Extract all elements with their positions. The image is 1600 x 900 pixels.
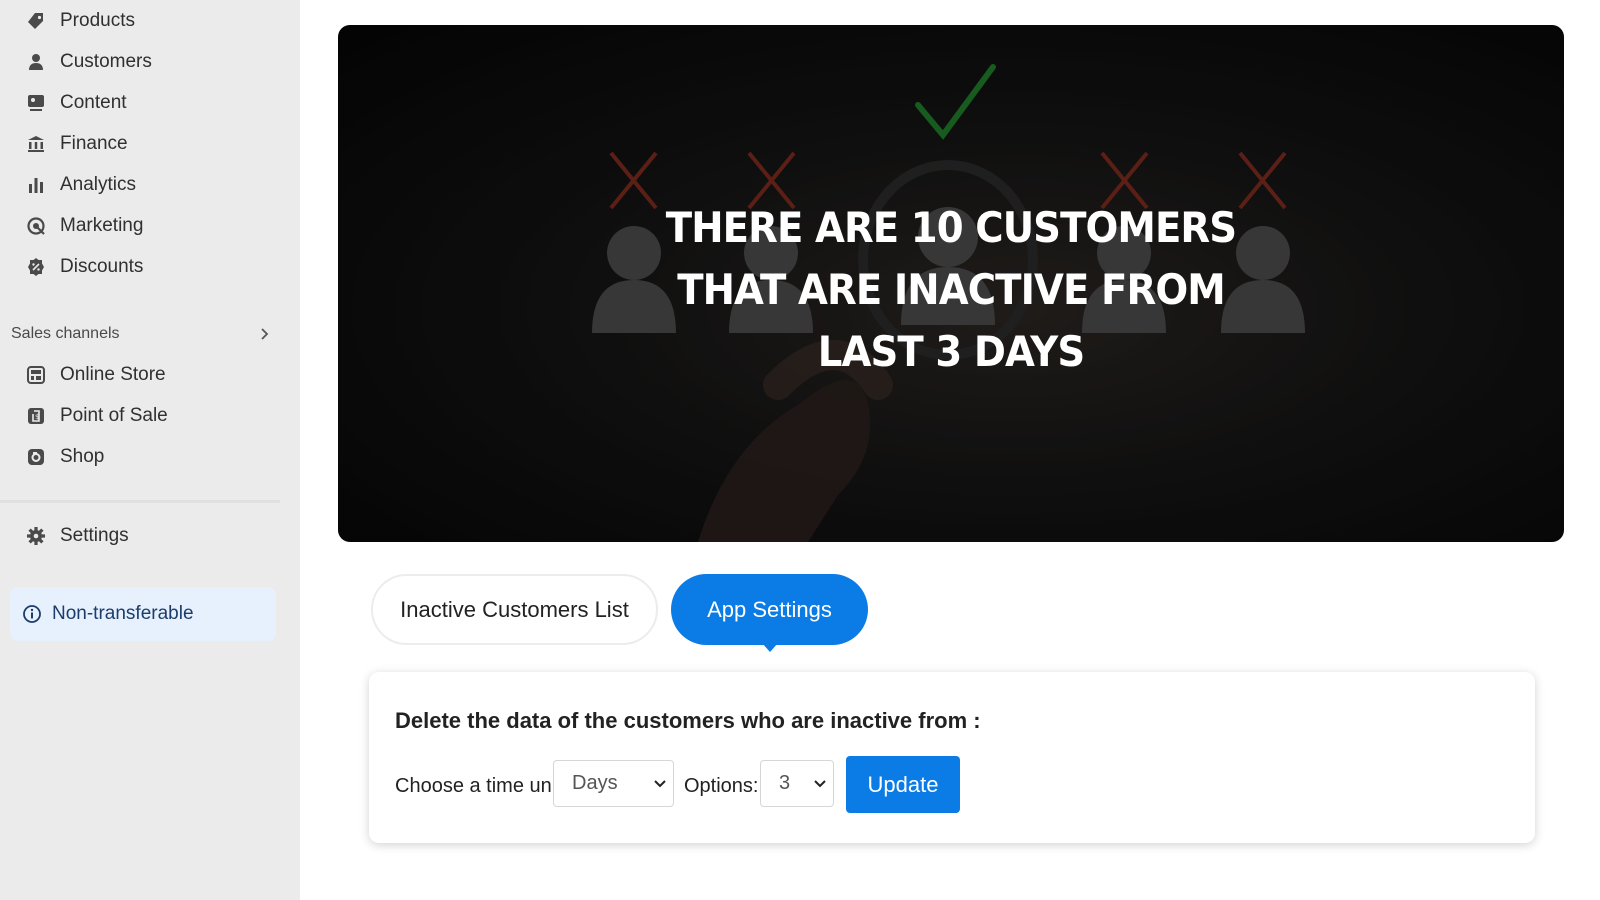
sidebar-item-label: Content	[60, 92, 127, 113]
discount-icon	[28, 258, 44, 276]
sidebar-item-shop[interactable]: Shop	[0, 439, 290, 475]
tab-inactive-customers-list[interactable]: Inactive Customers List	[371, 574, 658, 645]
badge-label: Non-transferable	[52, 603, 194, 624]
sidebar-item-customers[interactable]: Customers	[0, 44, 290, 80]
options-value: 3	[779, 772, 791, 794]
sales-channels-header[interactable]: Sales channels	[11, 320, 281, 348]
target-icon	[27, 217, 45, 235]
settings-card-title: Delete the data of the customers who are…	[395, 708, 981, 733]
store-icon	[27, 366, 45, 384]
bar-chart-icon	[29, 178, 43, 193]
sidebar-item-label: Products	[60, 10, 135, 31]
active-tab-indicator	[762, 643, 778, 652]
sidebar-item-online-store[interactable]: Online Store	[0, 357, 290, 393]
shop-icon	[28, 449, 44, 465]
sidebar-item-label: Point of Sale	[60, 405, 168, 426]
sidebar-item-finance[interactable]: Finance	[0, 126, 290, 162]
options-select[interactable]: 3	[760, 760, 834, 807]
pos-icon: $	[28, 408, 44, 424]
options-label: Options:	[684, 775, 759, 797]
sidebar-item-marketing[interactable]: Marketing	[0, 208, 290, 244]
content-icon	[28, 95, 44, 111]
sidebar-item-label: Settings	[60, 525, 129, 546]
sidebar-item-products[interactable]: Products	[0, 3, 290, 39]
banner-line-2: THAT ARE INACTIVE FROM	[677, 265, 1226, 314]
banner-headline: THERE ARE 10 CUSTOMERS THAT ARE INACTIVE…	[629, 197, 1273, 383]
non-transferable-badge[interactable]: Non-transferable	[10, 587, 276, 641]
person-icon	[29, 54, 43, 70]
sales-channels-label: Sales channels	[11, 325, 120, 342]
time-unit-label: Choose a time unit:	[395, 775, 568, 797]
sidebar-item-label: Finance	[60, 133, 128, 154]
chevron-down-icon	[654, 780, 666, 788]
sidebar-item-label: Discounts	[60, 256, 144, 277]
sidebar-item-label: Online Store	[60, 364, 166, 385]
sidebar-item-label: Analytics	[60, 174, 137, 195]
time-unit-value: Days	[572, 772, 618, 794]
banner-line-3: LAST 3 DAYS	[817, 327, 1085, 376]
sidebar-divider	[0, 500, 280, 503]
svg-text:$: $	[35, 413, 39, 421]
chevron-right-icon	[261, 328, 269, 340]
sidebar: Products Customers Content Finance Analy…	[0, 0, 300, 900]
bank-icon	[28, 136, 44, 152]
sidebar-item-label: Shop	[60, 446, 105, 467]
sidebar-item-discounts[interactable]: Discounts	[0, 249, 290, 285]
sidebar-item-analytics[interactable]: Analytics	[0, 167, 290, 203]
info-icon	[23, 605, 41, 623]
sidebar-item-label: Customers	[60, 51, 152, 72]
banner-line-1: THERE ARE 10 CUSTOMERS	[665, 203, 1237, 252]
sidebar-item-label: Marketing	[60, 215, 144, 236]
sidebar-item-point-of-sale[interactable]: $ Point of Sale	[0, 398, 290, 434]
sidebar-item-settings[interactable]: Settings	[0, 518, 290, 554]
time-unit-select[interactable]: Days	[553, 760, 674, 807]
sidebar-item-content[interactable]: Content	[0, 85, 290, 121]
tag-icon	[28, 13, 43, 29]
update-button[interactable]: Update	[846, 756, 960, 813]
hero-banner: THERE ARE 10 CUSTOMERS THAT ARE INACTIVE…	[338, 25, 1564, 542]
tab-app-settings[interactable]: App Settings	[671, 574, 868, 645]
gear-icon	[27, 527, 45, 545]
chevron-down-icon	[814, 780, 826, 788]
settings-card: Delete the data of the customers who are…	[369, 672, 1535, 843]
